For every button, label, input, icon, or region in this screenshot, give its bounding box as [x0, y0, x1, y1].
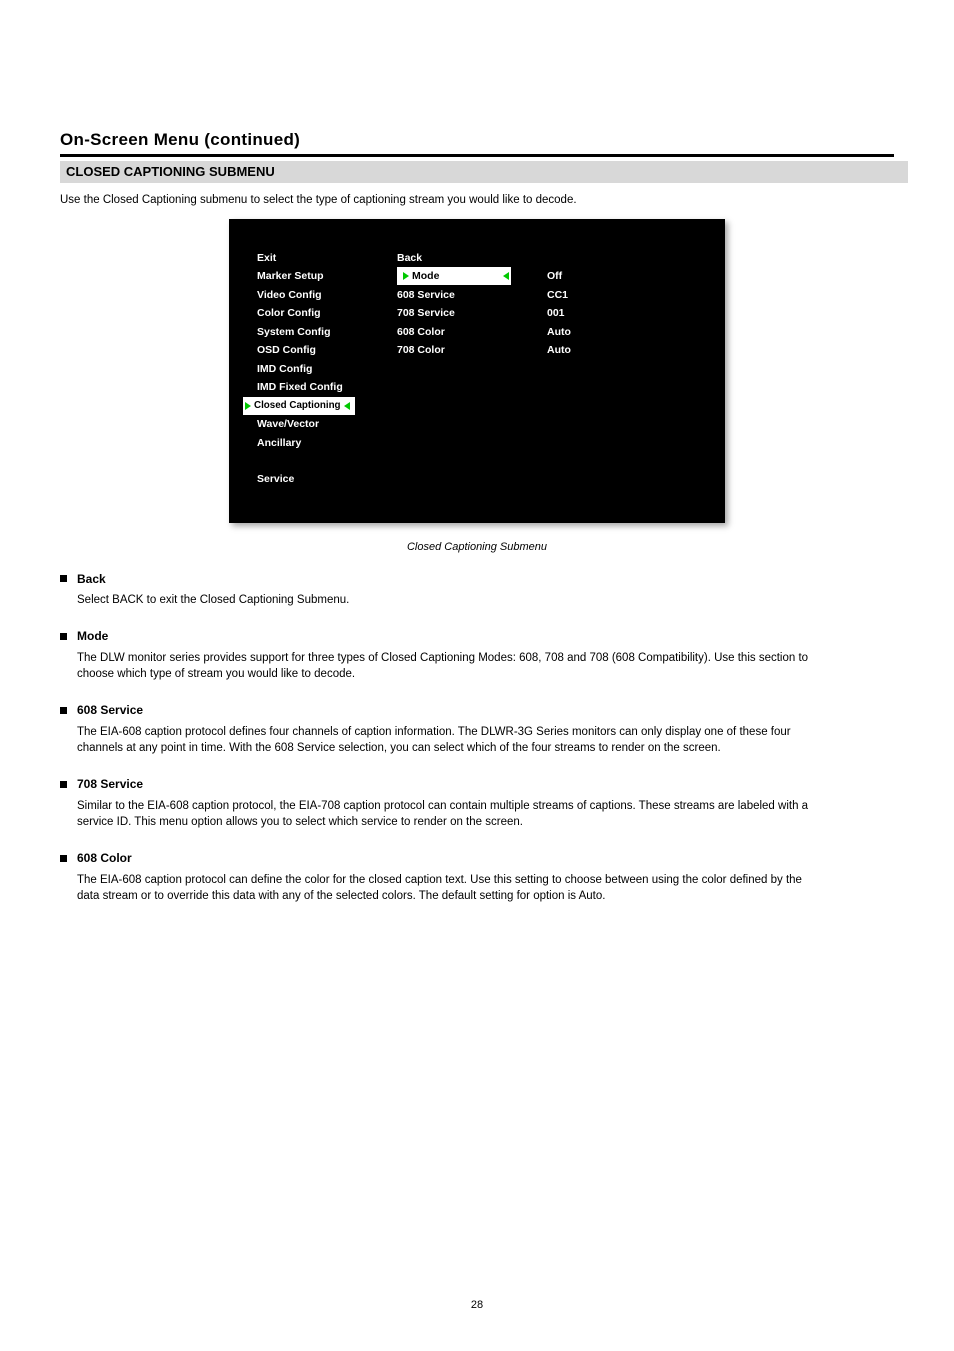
triangle-left-icon: [344, 402, 350, 410]
osd-menu-panel: Exit Back Marker Setup Mode Off Video Co…: [229, 219, 725, 523]
horizontal-rule: [60, 154, 894, 157]
triangle-right-icon: [245, 402, 251, 410]
submenu-item-708-color[interactable]: 708 Color: [397, 344, 547, 356]
menu-item-osd-config[interactable]: OSD Config: [257, 344, 397, 356]
menu-item-video-config[interactable]: Video Config: [257, 289, 397, 301]
section-body: Select BACK to exit the Closed Captionin…: [77, 592, 817, 608]
section-608-color: 608 Color The EIA-608 caption protocol c…: [60, 850, 894, 904]
submenu-item-mode-selected[interactable]: Mode: [397, 267, 511, 285]
section-708-service: 708 Service Similar to the EIA-608 capti…: [60, 776, 894, 830]
osd-row: Ancillary: [257, 434, 697, 453]
osd-row: Color Config 708 Service 001: [257, 304, 697, 323]
menu-item-ancillary[interactable]: Ancillary: [257, 437, 397, 449]
osd-row: IMD Fixed Config: [257, 378, 697, 397]
section-title: 608 Service: [77, 702, 143, 719]
osd-row: Service: [257, 470, 697, 489]
osd-row: Wave/Vector: [257, 415, 697, 434]
menu-item-imd-config[interactable]: IMD Config: [257, 363, 397, 375]
menu-item-closed-captioning-selected[interactable]: Closed Captioning: [243, 397, 355, 415]
bullet-icon: [60, 707, 67, 714]
value-708-service: 001: [547, 307, 637, 319]
section-608-service: 608 Service The EIA-608 caption protocol…: [60, 702, 894, 756]
section-mode: Mode The DLW monitor series provides sup…: [60, 628, 894, 682]
bullet-icon: [60, 855, 67, 862]
menu-item-service[interactable]: Service: [257, 473, 397, 485]
osd-row: Exit Back: [257, 249, 697, 268]
osd-row: Marker Setup Mode Off: [257, 267, 697, 286]
page-title: On-Screen Menu (continued): [60, 130, 894, 150]
submenu-item-708-service[interactable]: 708 Service: [397, 307, 547, 319]
osd-row: Closed Captioning: [257, 397, 697, 416]
osd-row: OSD Config 708 Color Auto: [257, 341, 697, 360]
menu-item-system-config[interactable]: System Config: [257, 326, 397, 338]
menu-item-imd-fixed-config[interactable]: IMD Fixed Config: [257, 381, 397, 393]
value-608-color: Auto: [547, 326, 637, 338]
page-number: 28: [0, 1299, 954, 1311]
section-back: Back Select BACK to exit the Closed Capt…: [60, 571, 894, 609]
section-title: 708 Service: [77, 776, 143, 793]
section-title: Mode: [77, 628, 108, 645]
submenu-label: Mode: [412, 270, 439, 282]
menu-item-marker-setup[interactable]: Marker Setup: [257, 270, 397, 282]
section-title: 608 Color: [77, 850, 132, 867]
page: On-Screen Menu (continued) CLOSED CAPTIO…: [0, 0, 954, 1351]
triangle-left-icon: [503, 272, 509, 280]
bullet-icon: [60, 781, 67, 788]
section-body: The DLW monitor series provides support …: [77, 650, 817, 682]
osd-row: Video Config 608 Service CC1: [257, 286, 697, 305]
menu-item-color-config[interactable]: Color Config: [257, 307, 397, 319]
section-header: CLOSED CAPTIONING SUBMENU: [60, 161, 908, 183]
menu-item-wave-vector[interactable]: Wave/Vector: [257, 418, 397, 430]
intro-text: Use the Closed Captioning submenu to sel…: [60, 193, 894, 209]
triangle-right-icon: [403, 272, 409, 280]
section-title: Back: [77, 571, 106, 588]
menu-label: Closed Captioning: [254, 400, 341, 411]
menu-item-exit[interactable]: Exit: [257, 252, 397, 264]
value-608-service: CC1: [547, 289, 637, 301]
section-body: The EIA-608 caption protocol can define …: [77, 872, 817, 904]
osd-row: System Config 608 Color Auto: [257, 323, 697, 342]
osd-row: IMD Config: [257, 360, 697, 379]
bullet-icon: [60, 633, 67, 640]
figure-caption: Closed Captioning Submenu: [60, 541, 894, 553]
submenu-item-back[interactable]: Back: [397, 252, 547, 264]
section-body: The EIA-608 caption protocol defines fou…: [77, 724, 817, 756]
value-708-color: Auto: [547, 344, 637, 356]
section-body: Similar to the EIA-608 caption protocol,…: [77, 798, 817, 830]
submenu-item-608-color[interactable]: 608 Color: [397, 326, 547, 338]
value-mode: Off: [547, 270, 637, 282]
submenu-item-608-service[interactable]: 608 Service: [397, 289, 547, 301]
bullet-icon: [60, 575, 67, 582]
